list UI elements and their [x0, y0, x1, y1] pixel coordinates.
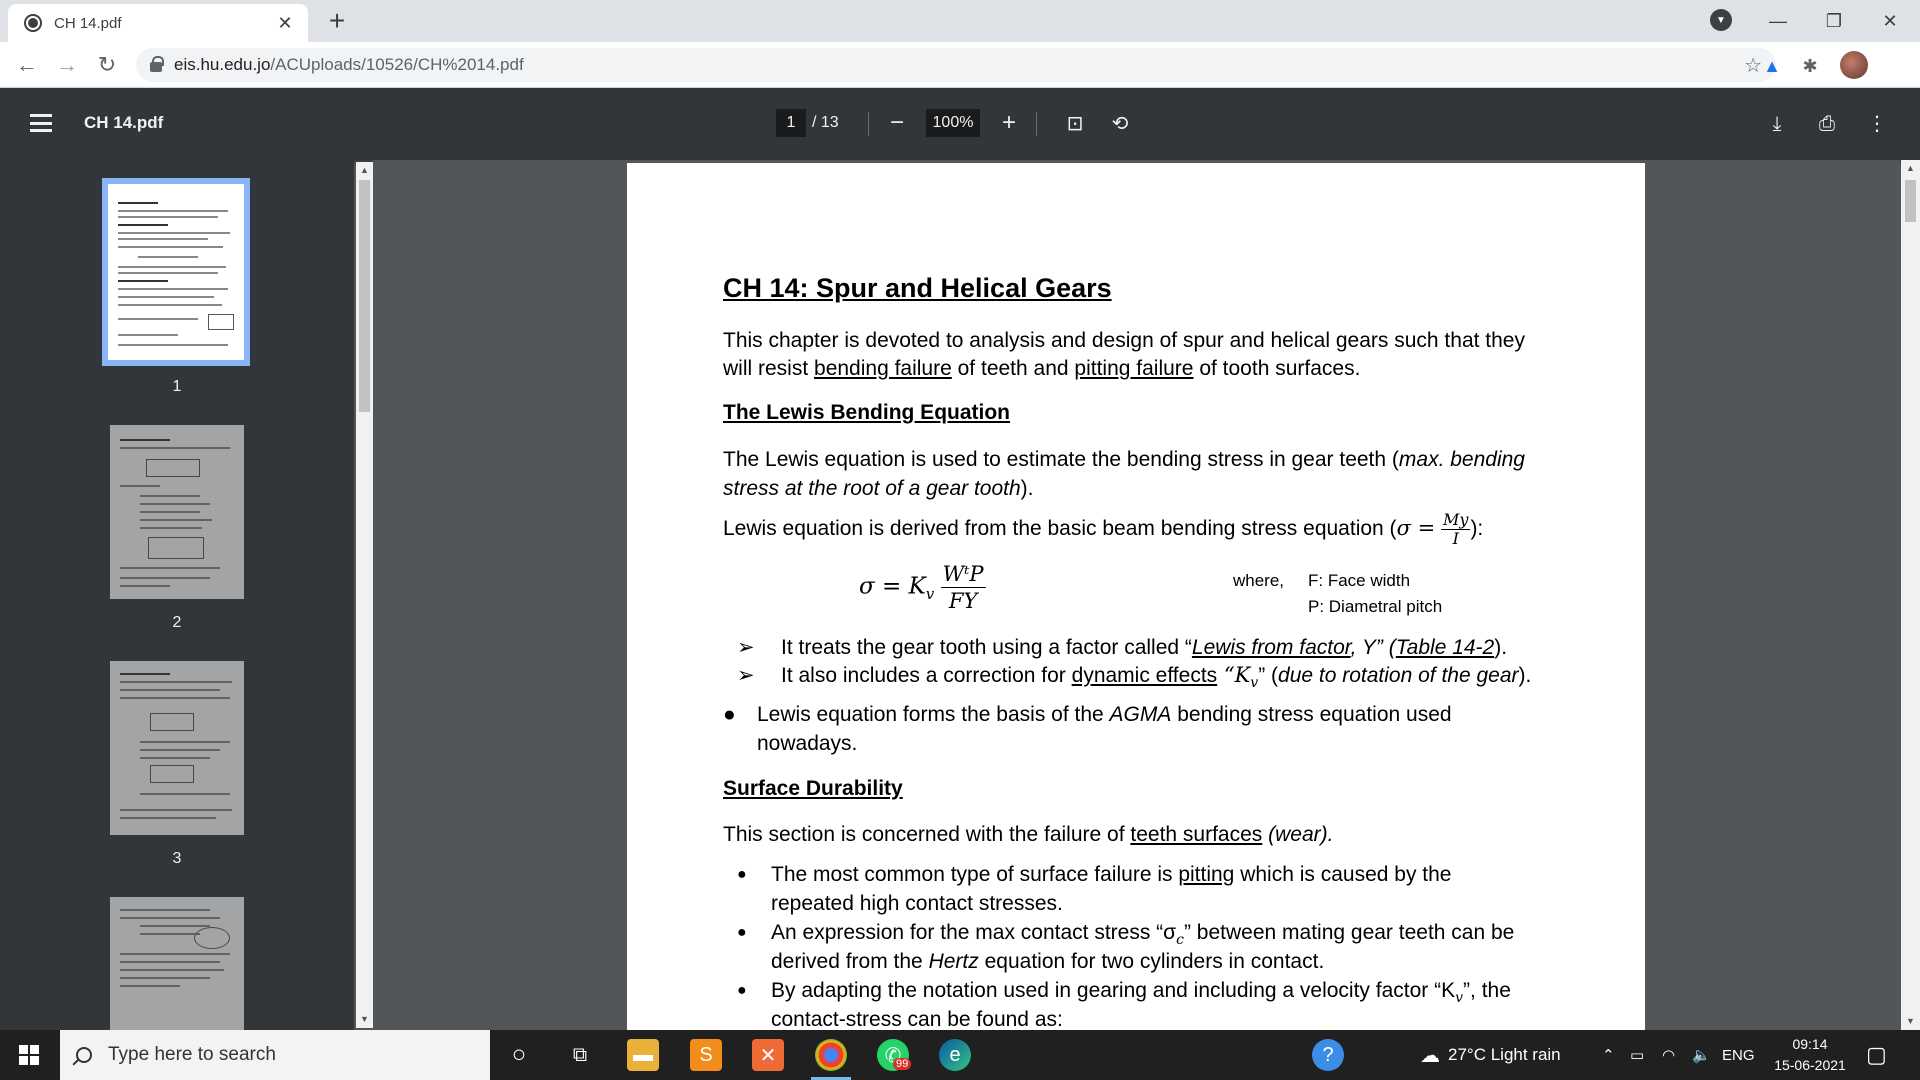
page-heading: CH 14: Spur and Helical Gears [723, 273, 1112, 303]
tab-title: CH 14.pdf [54, 14, 122, 32]
browser-toolbar: ← → ↻ eis.hu.edu.jo/ACUploads/10526/CH%2… [0, 42, 1920, 88]
show-hidden-icons-icon[interactable]: ⌃ [1602, 1030, 1615, 1080]
forward-button[interactable]: → [52, 50, 82, 80]
avatar[interactable] [1840, 51, 1868, 79]
help-icon[interactable]: ? [1312, 1039, 1344, 1071]
zoom-in-button[interactable]: + [996, 110, 1022, 136]
document-viewer: CH 14: Spur and Helical Gears This chapt… [373, 160, 1900, 1030]
battery-icon[interactable]: ▭ [1630, 1030, 1644, 1080]
lock-icon[interactable] [150, 56, 164, 72]
paragraph: nowadays. [757, 732, 858, 755]
where-diametral-pitch: P: Diametral pitch [1308, 597, 1443, 616]
notifications-icon[interactable]: ▢ [1866, 1030, 1887, 1080]
paragraph: Lewis equation is derived from the basic… [723, 510, 1484, 548]
scroll-up-arrow-icon[interactable]: ▲ [1902, 160, 1919, 177]
drive-icon[interactable]: ▲ [1760, 54, 1784, 78]
scroll-up-arrow-icon[interactable]: ▲ [356, 162, 373, 179]
tab-search-icon[interactable]: ▼ [1710, 9, 1732, 31]
section-heading: The Lewis Bending Equation [723, 401, 1011, 424]
puzzle-icon[interactable]: ✱ [1798, 54, 1822, 78]
paragraph: derived from the Hertz equation for two … [771, 950, 1325, 973]
address-bar[interactable]: eis.hu.edu.jo/ACUploads/10526/CH%2014.pd… [136, 48, 1776, 82]
fit-page-icon[interactable]: ⊡ [1063, 112, 1087, 136]
new-tab-button[interactable]: + [322, 6, 352, 36]
lewis-equation: σ = Kv WᵗP FY [859, 562, 986, 613]
clock[interactable]: 09:14 15-06-2021 [1760, 1034, 1860, 1076]
windows-icon [19, 1045, 39, 1065]
reload-button[interactable]: ↻ [92, 50, 122, 80]
taskbar-search-input[interactable]: Type here to search [60, 1030, 490, 1080]
weather-widget[interactable]: ☁ 27°C Light rain [1420, 1030, 1561, 1080]
paragraph: The Lewis equation is used to estimate t… [723, 448, 1525, 471]
paragraph: This section is concerned with the failu… [723, 823, 1334, 846]
page-number-input[interactable]: 1 [776, 109, 806, 137]
tab-close-icon[interactable]: ✕ [274, 13, 296, 34]
scroll-down-arrow-icon[interactable]: ▼ [1902, 1013, 1919, 1030]
file-explorer-icon[interactable]: ▬ [627, 1039, 659, 1071]
paragraph: stress at the root of a gear tooth). [723, 477, 1034, 500]
thumbnail-sidebar: 1 2 3 [0, 160, 354, 1030]
pdf-page: CH 14: Spur and Helical Gears This chapt… [627, 163, 1645, 1030]
cloud-rain-icon: ☁ [1420, 1044, 1440, 1067]
section-heading: Surface Durability [723, 777, 903, 800]
paragraph: This chapter is devoted to analysis and … [723, 329, 1525, 352]
cortana-icon[interactable]: ○ [503, 1039, 535, 1071]
where-label: where, [1233, 571, 1285, 590]
search-icon [76, 1047, 92, 1063]
paragraph: contact-stress can be found as: [771, 1008, 1063, 1030]
zoom-input[interactable]: 100% [926, 109, 980, 137]
close-window-button[interactable]: ✕ [1868, 0, 1912, 42]
taskbar: Type here to search ○ ⧉ ▬ S ✕ ✆ 99 e ? ☁… [0, 1030, 1920, 1080]
start-button[interactable] [0, 1030, 58, 1080]
task-view-icon[interactable]: ⧉ [564, 1039, 596, 1071]
back-button[interactable]: ← [12, 50, 42, 80]
document-scrollbar[interactable]: ▲ ▼ [1901, 160, 1920, 1030]
globe-icon [24, 14, 42, 32]
more-options-icon[interactable]: ⋮ [1865, 112, 1889, 136]
divider [1036, 112, 1037, 136]
sublime-text-icon[interactable]: S [690, 1039, 722, 1071]
page-total: / 13 [812, 114, 839, 131]
notification-badge: 99 [893, 1058, 912, 1070]
rotate-icon[interactable]: ⟲ [1108, 112, 1132, 136]
thumbnail-page-4[interactable] [110, 897, 244, 1030]
zoom-out-button[interactable]: − [884, 110, 910, 136]
maximize-button[interactable]: ❐ [1812, 0, 1856, 42]
thumbnail-label: 1 [172, 378, 182, 395]
thumbnail-page-3[interactable] [110, 661, 244, 835]
chrome-icon[interactable] [815, 1039, 847, 1071]
wifi-icon[interactable]: ◠ [1662, 1030, 1675, 1080]
thumbnail-page-1[interactable] [102, 178, 250, 366]
sidebar-scroll-thumb[interactable] [359, 180, 370, 412]
document-title: CH 14.pdf [84, 113, 164, 132]
volume-icon[interactable]: 🔈 [1692, 1030, 1711, 1080]
minimize-button[interactable]: — [1756, 0, 1800, 42]
document-scroll-thumb[interactable] [1905, 180, 1916, 222]
paragraph: will resist bending failure of teeth and… [723, 357, 1361, 380]
pdf-toolbar: CH 14.pdf 1 / 13 − 100% + ⊡ ⟲ ⤓ ⎙ ⋮ [0, 88, 1920, 160]
print-icon[interactable]: ⎙ [1815, 112, 1839, 136]
edge-icon[interactable]: e [939, 1039, 971, 1071]
thumbnail-page-2[interactable] [110, 425, 244, 599]
thumbnail-label: 3 [172, 850, 182, 867]
thumbnail-label: 2 [172, 614, 182, 631]
paragraph: repeated high contact stresses. [771, 892, 1063, 915]
download-icon[interactable]: ⤓ [1765, 112, 1789, 136]
xampp-icon[interactable]: ✕ [752, 1039, 784, 1071]
url-text: eis.hu.edu.jo/ACUploads/10526/CH%2014.pd… [174, 55, 524, 74]
divider [868, 112, 869, 136]
tab-ch14[interactable]: CH 14.pdf ✕ [8, 4, 308, 42]
language-indicator[interactable]: ENG [1722, 1030, 1755, 1080]
tab-strip: CH 14.pdf ✕ + ▼ — ❐ ✕ [0, 0, 1920, 42]
sidebar-scrollbar[interactable]: ▲ ▼ [356, 162, 373, 1028]
menu-icon[interactable] [30, 114, 52, 132]
scroll-down-arrow-icon[interactable]: ▼ [356, 1011, 373, 1028]
where-face-width: F: Face width [1308, 571, 1411, 590]
